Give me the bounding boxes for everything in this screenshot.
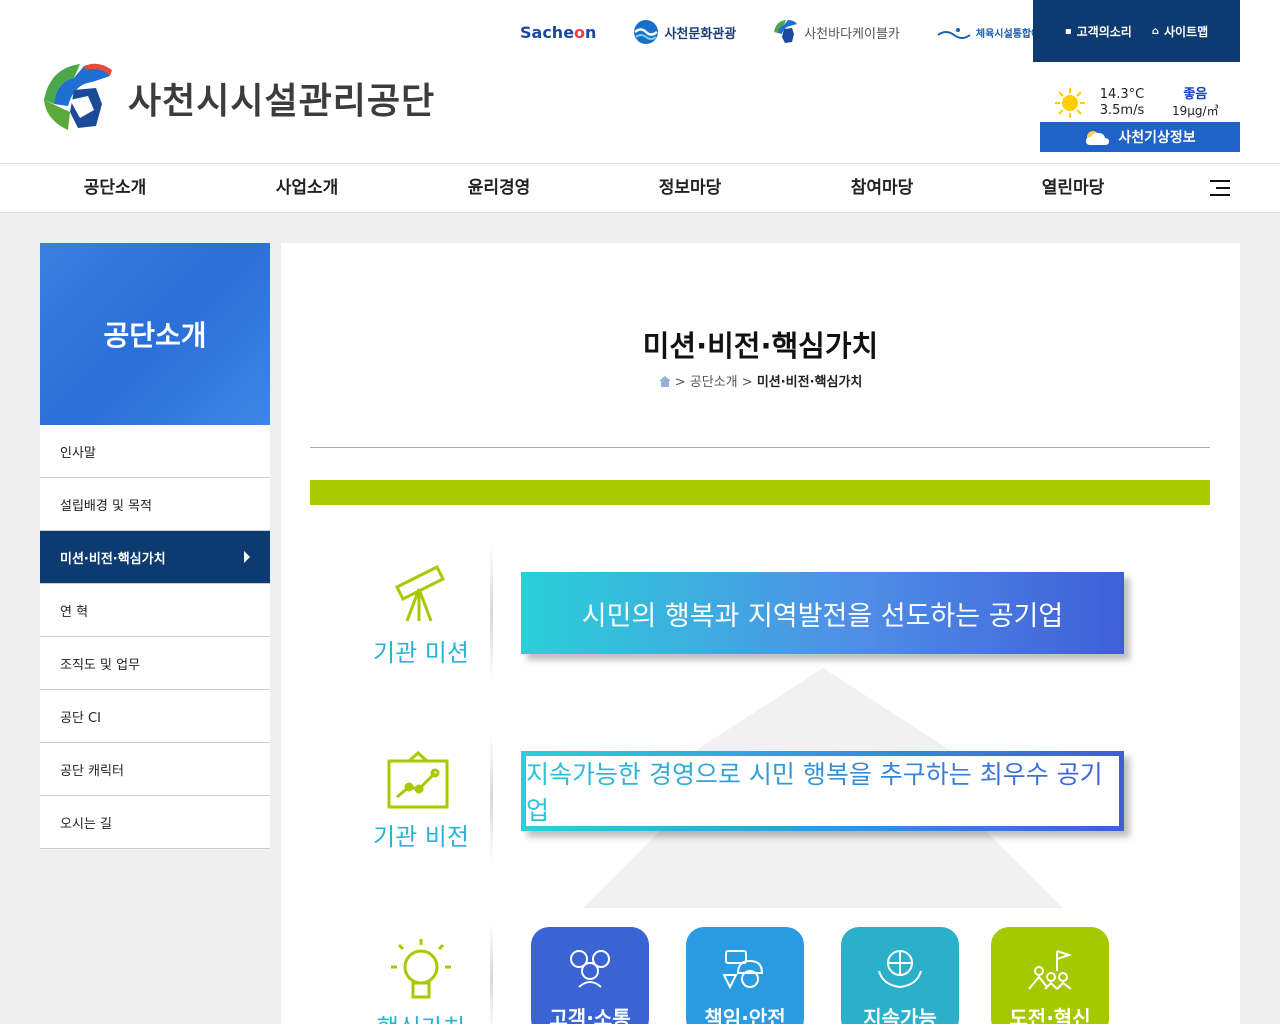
weather-info-button[interactable]: 사천기상정보 bbox=[1040, 122, 1240, 152]
value-label: 고객·소통 bbox=[549, 1006, 631, 1024]
home-icon[interactable] bbox=[658, 376, 671, 387]
sidebar-item-mission[interactable]: 미션·비전·핵심가치 bbox=[40, 531, 270, 584]
site-logo[interactable]: 사천시시설관리공단 bbox=[40, 60, 435, 136]
growth-chart-icon bbox=[387, 751, 449, 809]
main-content: 미션·비전·핵심가치 > 공단소개 > 미션·비전·핵심가치 기관 미션 시민의… bbox=[281, 243, 1240, 1024]
wind-speed: 3.5m/s bbox=[1099, 103, 1145, 118]
sitemap-link[interactable]: ⌂ 사이트맵 bbox=[1152, 23, 1208, 40]
row-separator bbox=[490, 923, 493, 1024]
gnb-item-business[interactable]: 사업소개 bbox=[276, 164, 339, 212]
wave-logo-icon bbox=[634, 20, 659, 44]
globe-hands-icon bbox=[878, 950, 922, 989]
divider bbox=[310, 447, 1210, 448]
gnb-item-about[interactable]: 공단소개 bbox=[84, 164, 147, 212]
vision-statement: 지속가능한 경영으로 시민 행복을 추구하는 최우수 공기업 bbox=[521, 751, 1124, 831]
sidebar-item-ci[interactable]: 공단 CI bbox=[40, 690, 270, 743]
value-card-sustainability: 지속가능 bbox=[841, 927, 959, 1024]
home-icon: ⌂ bbox=[1151, 25, 1159, 37]
culture-tourism-link[interactable]: 사천문화관광 bbox=[632, 18, 736, 46]
gnb-item-ethics[interactable]: 윤리경영 bbox=[468, 164, 531, 212]
culture-tourism-label: 사천문화관광 bbox=[664, 26, 737, 42]
sacheon-emblem-icon bbox=[774, 20, 798, 43]
gnb-item-open[interactable]: 열린마당 bbox=[1042, 164, 1105, 212]
mission-statement: 시민의 행복과 지역발전을 선도하는 공기업 bbox=[521, 572, 1124, 654]
site-header: 사천시시설관리공단 Sacheon 사천문화관광 사천바다케이블카 체육시설통합… bbox=[0, 0, 1280, 163]
row-separator bbox=[490, 733, 493, 863]
cablecar-link[interactable]: 사천바다케이블카 bbox=[772, 18, 900, 46]
sacheon-emblem-icon bbox=[44, 63, 112, 130]
sidebar-item-background[interactable]: 설립배경 및 목적 bbox=[40, 478, 270, 531]
core-values-label: 핵심가치 bbox=[361, 1008, 481, 1024]
gnb-item-participation[interactable]: 참여마당 bbox=[851, 164, 914, 212]
lightbulb-icon bbox=[391, 939, 451, 999]
sacheon-logo-text: Sacheon bbox=[520, 22, 597, 42]
air-quality: 좋음 19μg/㎥ bbox=[1172, 87, 1219, 119]
breadcrumb-parent[interactable]: 공단소개 bbox=[690, 375, 738, 390]
breadcrumb-current: 미션·비전·핵심가치 bbox=[756, 375, 863, 390]
customer-voice-link[interactable]: ▪ 고객의소리 bbox=[1065, 23, 1132, 40]
weather-info-label: 사천기상정보 bbox=[1118, 130, 1196, 146]
value-label: 지속가능 bbox=[863, 1006, 937, 1024]
breadcrumb-sep: > bbox=[741, 375, 753, 390]
sidebar-item-organization[interactable]: 조직도 및 업무 bbox=[40, 637, 270, 690]
air-quality-value: 19μg/㎥ bbox=[1172, 104, 1219, 118]
sidebar-item-character[interactable]: 공단 캐릭터 bbox=[40, 743, 270, 796]
row-separator bbox=[490, 543, 493, 683]
value-card-responsibility: 책임·안전 bbox=[686, 927, 804, 1024]
utility-menu: ▪ 고객의소리 ⌂ 사이트맵 bbox=[1033, 0, 1240, 62]
people-chat-icon bbox=[570, 950, 610, 988]
value-label: 도전·혁신 bbox=[1009, 1006, 1091, 1024]
sidebar: 공단소개 인사말 설립배경 및 목적 미션·비전·핵심가치 연 혁 조직도 및 … bbox=[40, 243, 270, 849]
value-card-innovation: 도전·혁신 bbox=[991, 927, 1109, 1024]
swimmer-icon bbox=[937, 28, 971, 39]
vision-label: 기관 비전 bbox=[373, 823, 469, 851]
value-label: 책임·안전 bbox=[704, 1006, 786, 1024]
document-icon: ▪ bbox=[1064, 25, 1072, 37]
weather-readout: 14.3°C 3.5m/s bbox=[1094, 87, 1150, 119]
all-menu-icon[interactable] bbox=[1210, 180, 1230, 196]
sidebar-item-directions[interactable]: 오시는 길 bbox=[40, 796, 270, 849]
logo-text: 사천시시설관리공단 bbox=[128, 81, 436, 122]
air-quality-status: 좋음 bbox=[1183, 87, 1208, 102]
breadcrumb-sep: > bbox=[674, 375, 686, 390]
sidebar-item-greeting[interactable]: 인사말 bbox=[40, 425, 270, 478]
gnb-item-info[interactable]: 정보마당 bbox=[659, 164, 722, 212]
partner-links: Sacheon 사천문화관광 사천바다케이블카 체육시설통합예약 bbox=[520, 14, 1050, 50]
temperature: 14.3°C bbox=[1099, 87, 1145, 102]
cablecar-label: 사천바다케이블카 bbox=[804, 26, 900, 42]
helmet-worker-icon bbox=[722, 950, 764, 990]
page-title: 미션·비전·핵심가치 bbox=[642, 329, 879, 363]
chevron-right-icon bbox=[244, 551, 250, 563]
accent-bar bbox=[310, 480, 1210, 505]
value-card-customer: 고객·소통 bbox=[531, 927, 649, 1024]
sun-icon bbox=[1054, 87, 1086, 119]
sidebar-item-history[interactable]: 연 혁 bbox=[40, 584, 270, 637]
mission-label: 기관 미션 bbox=[373, 639, 469, 667]
telescope-icon bbox=[394, 564, 446, 622]
weather-widget: 14.3°C 3.5m/s 좋음 19μg/㎥ 사천기상정보 bbox=[1040, 84, 1240, 152]
main-navigation: 공단소개 사업소개 윤리경영 정보마당 참여마당 열린마당 bbox=[0, 163, 1280, 213]
cloud-icon bbox=[1086, 131, 1110, 145]
sacheon-city-link[interactable]: Sacheon bbox=[520, 23, 596, 42]
breadcrumb: > 공단소개 > 미션·비전·핵심가치 bbox=[281, 371, 1240, 390]
flag-climbers-icon bbox=[1028, 950, 1073, 990]
sidebar-title: 공단소개 bbox=[40, 243, 270, 425]
